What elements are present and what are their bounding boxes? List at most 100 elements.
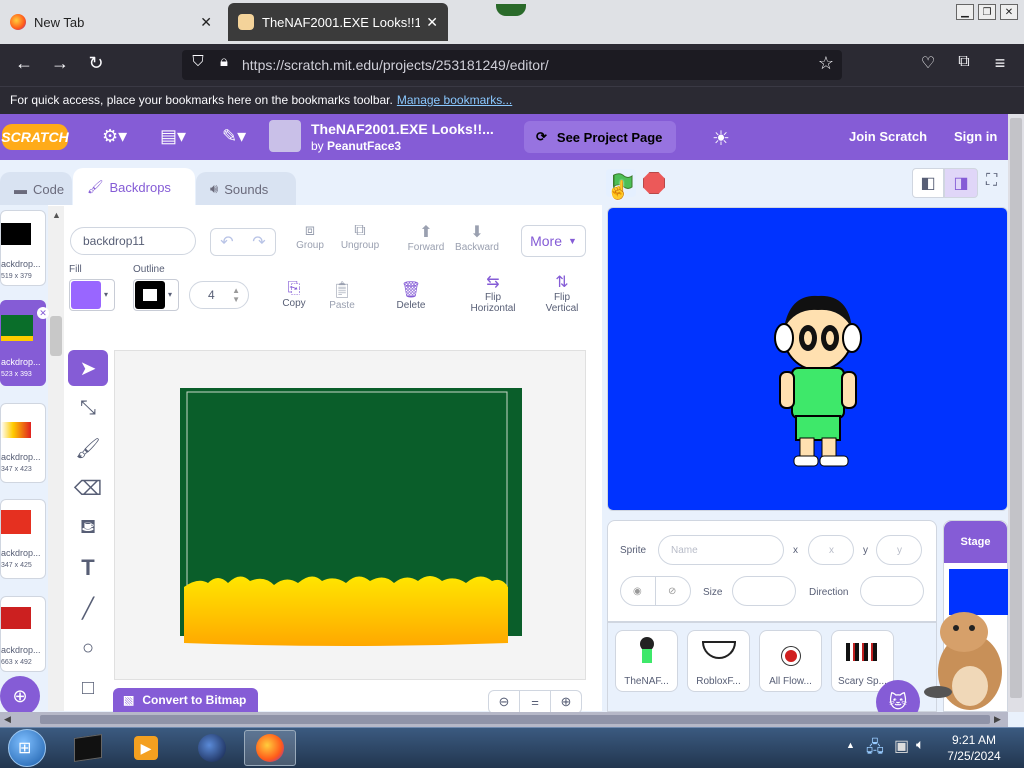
text-tool[interactable]: T <box>68 550 108 586</box>
sign-in-link[interactable]: Sign in <box>954 129 997 144</box>
backdrop-item-selected[interactable]: ✕ ackdrop... 523 x 393 <box>0 300 49 386</box>
close-window-icon[interactable]: ✕ <box>1000 4 1018 20</box>
settings-gear-icon[interactable]: ⚙▾ <box>102 126 127 147</box>
taskbar-app-media-player[interactable]: ▶ <box>120 730 172 766</box>
brush-tool[interactable]: 🖌︎ <box>68 430 108 466</box>
add-backdrop-button[interactable]: ⊕ <box>0 676 40 716</box>
chevron-down-icon: ▾ <box>168 290 173 299</box>
stage-canvas[interactable] <box>607 207 1008 511</box>
backdrop-item[interactable]: ackdrop... 519 x 379 <box>0 210 46 286</box>
close-icon[interactable]: ✕ <box>426 14 438 31</box>
lightbulb-icon[interactable]: ☀ <box>712 126 730 151</box>
hide-sprite-button[interactable]: ⊘ <box>655 576 691 606</box>
close-icon[interactable]: ✕ <box>200 14 212 31</box>
outline-width-input[interactable]: 4 ▲ ▼ <box>189 281 249 309</box>
sprite-thumbnail[interactable]: RobloxF... <box>687 630 750 692</box>
menu-icon[interactable]: ≡ <box>988 53 1012 74</box>
outline-color-picker[interactable]: ▾ <box>133 279 179 311</box>
backdrop-list-scrollbar[interactable]: ▲ <box>48 206 64 711</box>
small-stage-button[interactable]: ◧ <box>912 168 944 198</box>
lock-icon[interactable]: 🔒︎ <box>212 53 236 70</box>
large-stage-button[interactable]: ◨ <box>944 168 978 198</box>
sprite-thumbnail[interactable]: TheNAF... <box>615 630 678 692</box>
reshape-tool[interactable]: ⤡ <box>68 390 108 426</box>
ungroup-button[interactable]: ⧉ Ungroup <box>338 222 382 251</box>
scroll-right-icon[interactable]: ▶ <box>994 714 1001 725</box>
page-vertical-scrollbar[interactable] <box>1008 114 1024 712</box>
backdrop-name-input[interactable] <box>70 227 196 255</box>
see-project-page-button[interactable]: ⟳ See Project Page <box>524 121 676 153</box>
scratch-logo[interactable]: SCRATCH <box>1 124 69 150</box>
tab-sounds[interactable]: 🔊︎ Sounds <box>196 172 296 206</box>
zoom-out-button[interactable]: ⊖ <box>488 690 520 714</box>
group-button[interactable]: ⧈ Group <box>292 222 328 251</box>
copy-button[interactable]: ⎘ Copy <box>276 280 312 309</box>
backdrop-item[interactable]: ackdrop... 347 x 423 <box>0 403 46 483</box>
size-input[interactable] <box>732 576 796 606</box>
volume-icon[interactable]: 🔈︎ <box>916 736 924 753</box>
delete-button[interactable]: 🗑︎ Delete <box>392 280 430 311</box>
zoom-in-button[interactable]: ⊕ <box>550 690 582 714</box>
sprite-name-input[interactable]: Name <box>658 535 784 565</box>
eraser-tool[interactable]: ⌫ <box>68 470 108 506</box>
page-horizontal-scrollbar[interactable]: ◀ ▶ <box>0 712 1008 727</box>
flip-horizontal-button[interactable]: ⇆ Flip Horizontal <box>466 272 520 314</box>
join-scratch-link[interactable]: Join Scratch <box>849 129 927 144</box>
sprite-thumbnail[interactable]: All Flow... <box>759 630 822 692</box>
address-bar[interactable]: https://scratch.mit.edu/projects/2531812… <box>182 50 842 80</box>
sprite-thumbnail[interactable]: Scary Sp... <box>831 630 894 692</box>
redo-icon[interactable]: ↷ <box>252 232 265 252</box>
delete-backdrop-icon[interactable]: ✕ <box>37 307 49 319</box>
back-icon[interactable]: ← <box>12 53 36 74</box>
flip-vertical-button[interactable]: ⇅ Flip Vertical <box>538 272 586 314</box>
minimize-icon[interactable]: ▁ <box>956 4 974 20</box>
reload-icon[interactable]: ↻ <box>84 53 108 74</box>
bookmark-star-icon[interactable]: ☆ <box>814 53 838 74</box>
convert-to-bitmap-button[interactable]: ▧ Convert to Bitmap <box>113 688 258 712</box>
project-title[interactable]: TheNAF2001.EXE Looks!!... <box>311 121 494 137</box>
file-menu-icon[interactable]: ▤▾ <box>160 126 186 147</box>
undo-icon[interactable]: ↶ <box>220 232 233 252</box>
line-tool[interactable]: ╱ <box>68 590 108 626</box>
more-button[interactable]: More ▼ <box>521 225 586 257</box>
tab-code[interactable]: ▬ Code <box>0 172 72 206</box>
display-icon[interactable]: ▣ <box>894 736 909 756</box>
x-input[interactable]: x <box>808 535 854 565</box>
zoom-reset-button[interactable]: = <box>519 690 551 714</box>
backdrop-item[interactable]: ackdrop... 663 x 492 <box>0 596 46 672</box>
fill-tool[interactable]: ⛾ <box>68 510 108 546</box>
stop-icon[interactable] <box>643 172 665 194</box>
edit-menu-icon[interactable]: ✎▾ <box>222 126 246 147</box>
fullscreen-icon[interactable]: ⛶ <box>986 172 997 190</box>
start-button[interactable]: ⊞ <box>8 729 46 767</box>
forward-icon[interactable]: → <box>48 53 72 74</box>
extensions-icon[interactable]: ⧉ <box>952 53 976 71</box>
taskbar-app-globe[interactable] <box>186 730 238 766</box>
rectangle-tool[interactable]: □ <box>68 670 108 706</box>
backdrop-item[interactable]: ackdrop... 347 x 425 <box>0 499 46 579</box>
direction-input[interactable] <box>860 576 924 606</box>
network-icon[interactable]: 🖧︎ <box>866 736 884 763</box>
taskbar-app-firefox[interactable] <box>244 730 296 766</box>
browser-tab-scratch[interactable]: TheNAF2001.EXE Looks!!1 (v0.5 ✕ <box>228 3 448 41</box>
y-input[interactable]: y <box>876 535 922 565</box>
browser-tab-new-tab[interactable]: New Tab ✕ <box>0 3 222 41</box>
scroll-left-icon[interactable]: ◀ <box>4 714 11 725</box>
system-clock[interactable]: 9:21 AM 7/25/2024 <box>934 732 1014 764</box>
show-sprite-button[interactable]: ◉ <box>620 576 656 606</box>
taskbar-app-terminal[interactable] <box>62 730 114 766</box>
pocket-icon[interactable]: ♡ <box>916 53 940 73</box>
select-tool[interactable]: ➤ <box>68 350 108 386</box>
backward-button[interactable]: ⬇ Backward <box>454 222 500 253</box>
author-link[interactable]: PeanutFace3 <box>327 139 401 153</box>
circle-tool[interactable]: ○ <box>68 630 108 666</box>
fill-color-picker[interactable]: ▾ <box>69 279 115 311</box>
stepper-icon[interactable]: ▲ ▼ <box>232 286 240 304</box>
forward-button[interactable]: ⬆ Forward <box>404 222 448 253</box>
tray-expand-icon[interactable]: ▲ <box>846 740 855 750</box>
paste-button[interactable]: 📋︎ Paste <box>324 280 360 311</box>
manage-bookmarks-link[interactable]: Manage bookmarks... <box>397 93 512 107</box>
shield-icon[interactable]: ⛉ <box>186 53 210 70</box>
restore-icon[interactable]: ❐ <box>978 4 996 20</box>
tab-backdrops[interactable]: 🖌︎ Backdrops <box>73 168 195 206</box>
